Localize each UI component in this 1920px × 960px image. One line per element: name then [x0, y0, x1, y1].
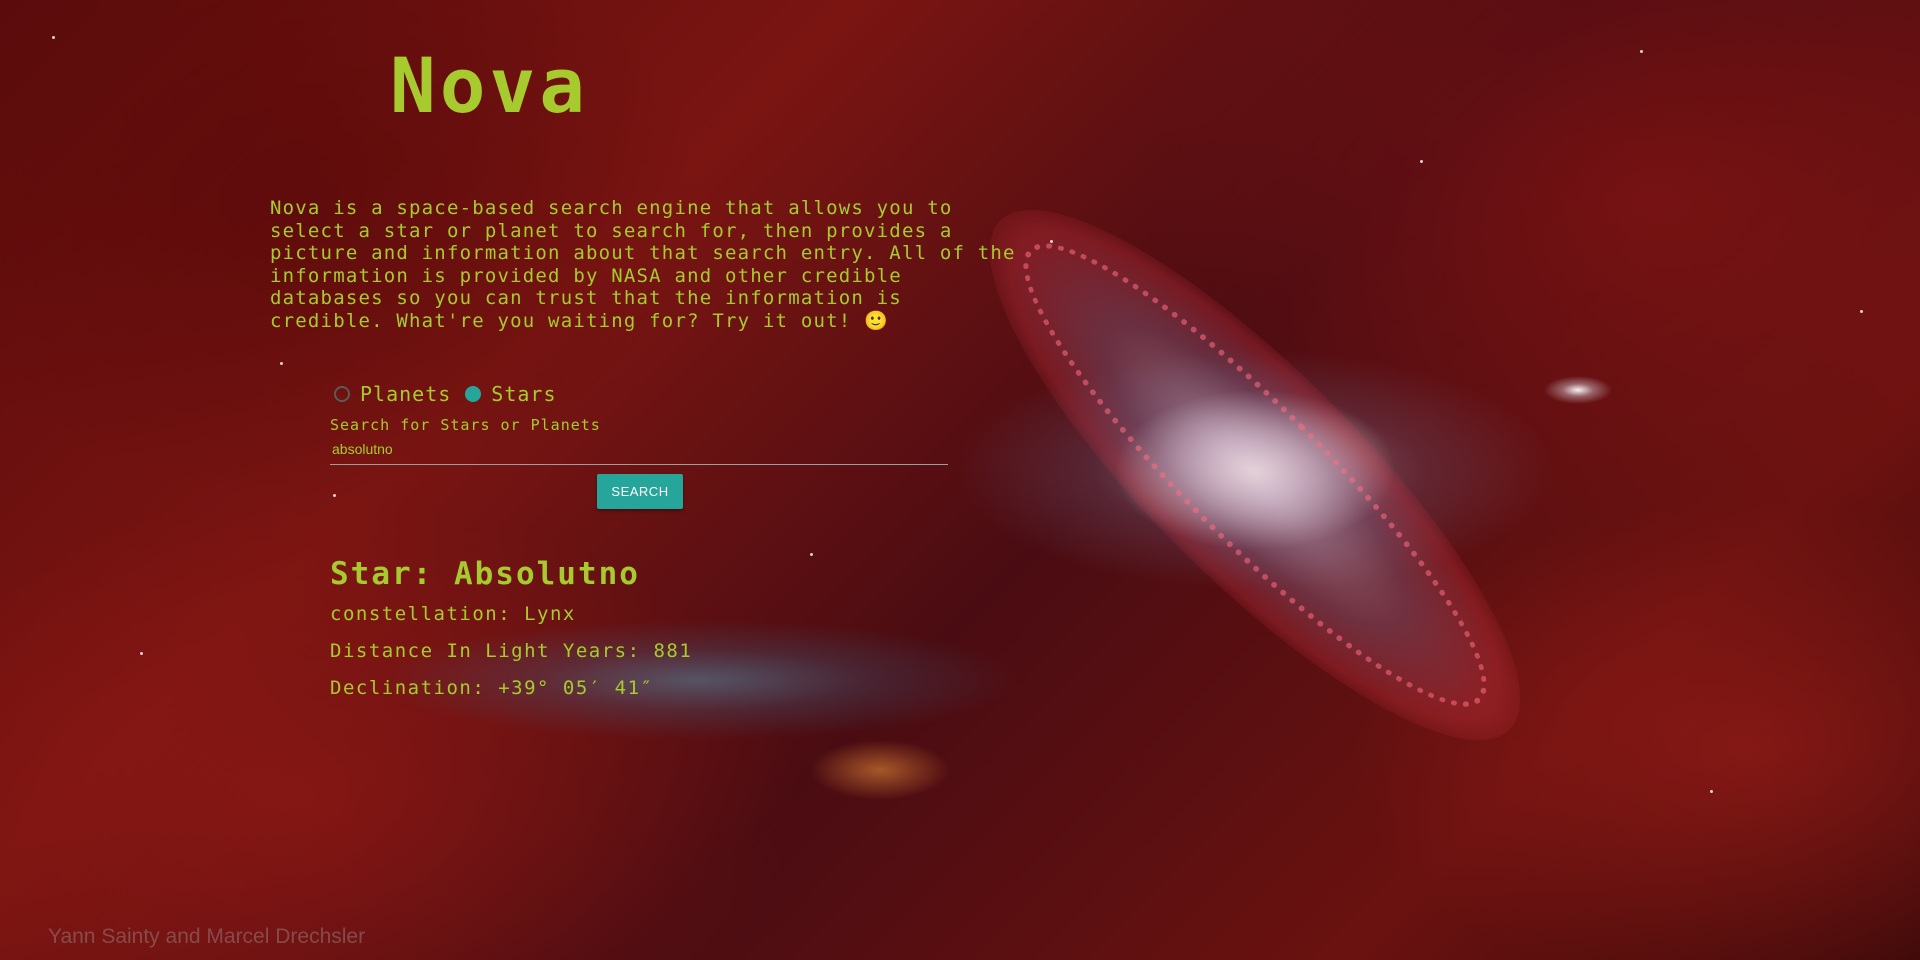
star-decoration: [1420, 160, 1423, 163]
search-type-radio-group: Planets Stars: [334, 382, 571, 406]
radio-unchecked-icon[interactable]: [334, 386, 350, 402]
intro-description: Nova is a space-based search engine that…: [270, 197, 1016, 332]
star-decoration: [140, 652, 143, 655]
star-decoration: [1640, 50, 1643, 53]
radio-planets[interactable]: Planets: [334, 382, 451, 406]
page-title: Nova: [390, 41, 590, 130]
search-button[interactable]: SEARCH: [597, 474, 683, 509]
star-decoration: [52, 36, 55, 39]
radio-planets-label: Planets: [360, 382, 452, 406]
star-decoration: [810, 553, 813, 556]
star-decoration: [333, 494, 336, 497]
search-input[interactable]: [330, 433, 948, 465]
star-decoration: [1710, 790, 1713, 793]
result-declination: Declination: +39° 05′ 41″: [330, 677, 654, 699]
star-decoration: [280, 362, 283, 365]
image-credit: Yann Sainty and Marcel Drechsler: [48, 925, 366, 948]
radio-stars[interactable]: Stars: [465, 382, 556, 406]
radio-stars-label: Stars: [491, 382, 557, 406]
result-title: Star: Absolutno: [330, 556, 640, 592]
result-constellation: constellation: Lynx: [330, 603, 576, 625]
star-decoration: [1860, 310, 1863, 313]
search-field-label: Search for Stars or Planets: [330, 416, 601, 434]
radio-checked-icon[interactable]: [465, 386, 482, 402]
result-distance: Distance In Light Years: 881: [330, 640, 693, 662]
